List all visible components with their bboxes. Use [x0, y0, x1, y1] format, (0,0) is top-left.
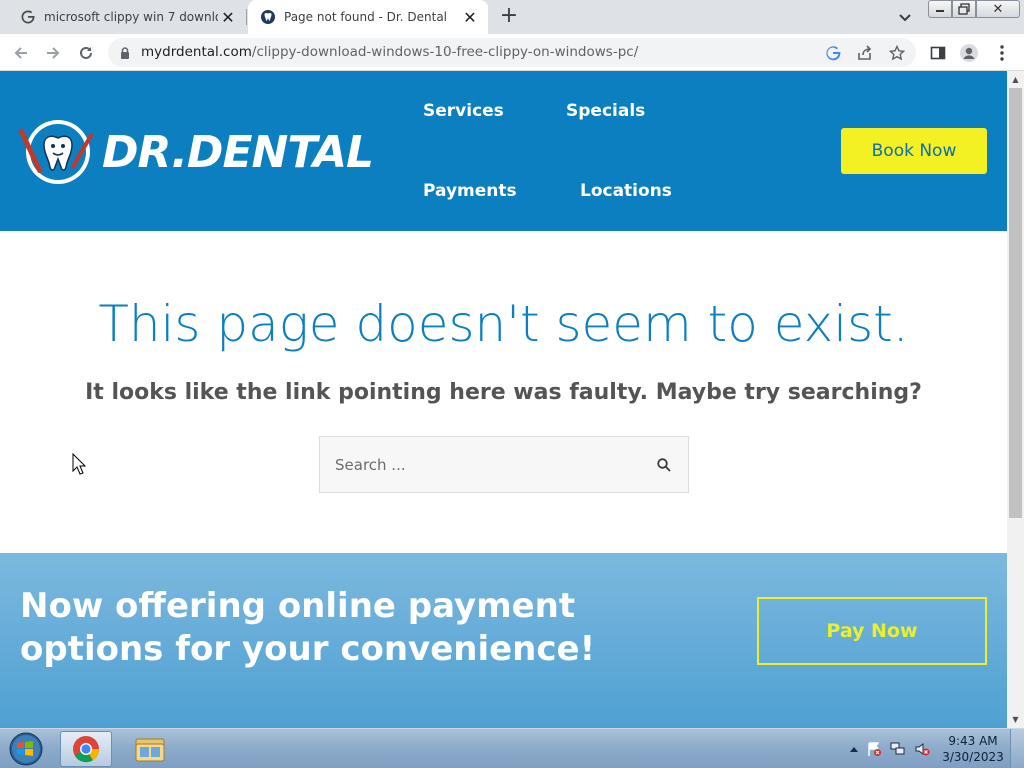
- scrollbar-thumb[interactable]: [1009, 88, 1022, 518]
- nav-specials[interactable]: Specials: [566, 101, 645, 121]
- payment-banner-line-1: Now offering online payment: [20, 586, 576, 626]
- tab-title: Page not found - Dr. Dental: [284, 10, 448, 24]
- nav-payments[interactable]: Payments: [423, 181, 517, 201]
- folder-icon: [135, 738, 165, 762]
- profile-avatar-icon[interactable]: [958, 42, 980, 64]
- browser-toolbar: mydrdental.com/clippy-download-windows-1…: [0, 34, 1024, 71]
- google-icon: [20, 9, 36, 25]
- menu-kebab-icon[interactable]: [991, 42, 1013, 64]
- dr-dental-logo[interactable]: DR.DENTAL: [18, 117, 374, 187]
- taskbar-chrome-button[interactable]: [60, 731, 112, 767]
- url-domain: mydrdental.com: [141, 44, 252, 60]
- close-tab-icon[interactable]: ✕: [218, 7, 238, 27]
- taskbar-explorer-button[interactable]: [124, 731, 176, 767]
- system-tray: 9:43 AM 3/30/2023: [840, 729, 1024, 768]
- window-restore-button[interactable]: [952, 0, 976, 18]
- tab-title: microsoft clippy win 7 download: [44, 10, 218, 24]
- forward-arrow-icon[interactable]: [42, 42, 64, 64]
- tab-strip: microsoft clippy win 7 download ✕ Page n…: [0, 0, 1024, 34]
- nav-locations[interactable]: Locations: [580, 181, 672, 201]
- tab-divider: [246, 9, 247, 25]
- lock-icon[interactable]: [118, 45, 132, 59]
- logo-text: DR.DENTAL: [102, 126, 374, 178]
- window-close-button[interactable]: ✕: [976, 0, 1020, 18]
- reload-icon[interactable]: [75, 42, 97, 64]
- windows-taskbar: 9:43 AM 3/30/2023: [0, 728, 1024, 768]
- payment-banner-line-2: options for your convenience!: [20, 629, 596, 669]
- bookmark-star-icon[interactable]: [888, 44, 906, 62]
- payment-banner-text: Now offering online payment options for …: [20, 585, 595, 671]
- show-hidden-icons-arrow-icon[interactable]: [846, 741, 862, 757]
- share-icon[interactable]: [856, 44, 874, 62]
- pay-now-button[interactable]: Pay Now: [757, 597, 987, 665]
- nav-services[interactable]: Services: [423, 101, 504, 121]
- search-icon[interactable]: [656, 457, 672, 473]
- dr-dental-icon: [260, 9, 276, 25]
- url-text: mydrdental.com/clippy-download-windows-1…: [141, 44, 638, 60]
- taskbar-clock[interactable]: 9:43 AM 3/30/2023: [942, 733, 1004, 765]
- tab-search-chevron-icon[interactable]: [896, 8, 914, 26]
- not-found-section: This page doesn't seem to exist. It look…: [0, 231, 1007, 553]
- clock-date: 3/30/2023: [942, 750, 1004, 764]
- side-panel-icon[interactable]: [927, 42, 949, 64]
- show-desktop-button[interactable]: [1010, 729, 1024, 768]
- address-bar[interactable]: mydrdental.com/clippy-download-windows-1…: [108, 38, 916, 67]
- network-icon[interactable]: [890, 741, 906, 757]
- start-button[interactable]: [6, 731, 46, 767]
- search-form: [319, 436, 689, 493]
- payment-banner: Now offering online payment options for …: [0, 553, 1007, 728]
- site-header: DR.DENTAL Services Specials Payments Loc…: [0, 71, 1007, 231]
- tooth-mascot-logo-icon: [18, 120, 93, 184]
- volume-muted-icon[interactable]: [914, 741, 930, 757]
- page-title: This page doesn't seem to exist.: [98, 295, 909, 353]
- search-input[interactable]: [320, 437, 640, 492]
- back-arrow-icon[interactable]: [10, 42, 32, 64]
- scroll-down-arrow-icon[interactable]: ▼: [1007, 711, 1024, 728]
- tab-page-not-found[interactable]: Page not found - Dr. Dental ✕: [248, 0, 488, 34]
- scroll-up-arrow-icon[interactable]: ▲: [1007, 71, 1024, 88]
- tab-google-search[interactable]: microsoft clippy win 7 download ✕: [0, 0, 246, 34]
- page-scrollbar[interactable]: ▲ ▼: [1007, 71, 1024, 728]
- chrome-icon: [73, 736, 100, 763]
- close-tab-icon[interactable]: ✕: [460, 7, 480, 27]
- url-path: /clippy-download-windows-10-free-clippy-…: [251, 44, 639, 60]
- action-center-flag-icon[interactable]: [866, 741, 882, 757]
- clock-time: 9:43 AM: [948, 734, 998, 748]
- mouse-cursor-icon: [72, 453, 86, 475]
- new-tab-plus-icon[interactable]: +: [498, 5, 520, 28]
- window-minimize-button[interactable]: [928, 0, 952, 18]
- book-now-button[interactable]: Book Now: [841, 128, 987, 174]
- error-subtitle: It looks like the link pointing here was…: [85, 380, 922, 405]
- google-translate-icon[interactable]: [824, 44, 842, 62]
